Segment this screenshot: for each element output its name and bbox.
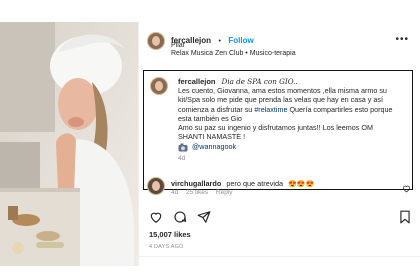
caption-title: Dia de SPA con GIO..: [221, 77, 298, 86]
caption-line-3b: Quería compartirles esto porque: [287, 104, 393, 114]
caption-line-3: comienza a disfrutar su: [178, 104, 253, 114]
action-bar: [149, 210, 411, 226]
comment-age: 4d: [171, 189, 179, 196]
caption-box: fercallejon Dia de SPA con GIO.. Les cue…: [143, 70, 413, 190]
comment-reply-button[interactable]: Reply: [216, 189, 233, 196]
add-comment-bar[interactable]: [139, 256, 420, 267]
comment-bubble-icon[interactable]: [173, 210, 187, 224]
commenter-avatar[interactable]: [147, 177, 165, 195]
follow-button[interactable]: Follow: [228, 36, 253, 45]
caption-author-avatar[interactable]: [150, 77, 168, 95]
comment-row: virchugallardo pero que atrevida 😍😍😍 4d …: [147, 176, 411, 196]
comment-text: pero que atrevida: [226, 179, 284, 188]
comment-meta: 4d 25 likes Reply: [171, 189, 233, 196]
tagged-user-link[interactable]: @wannagook: [192, 142, 236, 151]
like-heart-icon[interactable]: [149, 210, 163, 224]
comment-heart-icon[interactable]: [402, 180, 411, 193]
separator-dot: •: [218, 38, 221, 45]
audio-label[interactable]: Relax Musica Zen Club • Musico-terapia: [171, 49, 296, 58]
comment-emojis: 😍😍😍: [288, 181, 315, 188]
post-photo[interactable]: [0, 22, 138, 266]
caption-line-4: esta también es Gio: [178, 113, 242, 123]
post-panel: fercallejon • Follow Pilar Relax Musica …: [138, 22, 420, 266]
caption-line-2: kit/Spa solo me pide que prenda las vela…: [178, 95, 383, 105]
share-paper-plane-icon[interactable]: [197, 210, 211, 224]
more-options-icon[interactable]: •••: [395, 34, 409, 45]
likes-count[interactable]: 15,007 likes: [149, 230, 191, 239]
post-time-ago[interactable]: 4 DAYS AGO: [149, 244, 184, 250]
caption-age: 4d: [178, 155, 186, 163]
camera-emoji-icon: [178, 143, 188, 152]
caption-text: fercallejon Dia de SPA con GIO.. Les cue…: [178, 77, 406, 166]
comment-likes[interactable]: 25 likes: [186, 189, 208, 196]
comment-line: virchugallardo pero que atrevida 😍😍😍: [171, 179, 314, 188]
hashtag-relaxtime[interactable]: #relaxtime: [254, 105, 287, 114]
caption-line-5: Amo su paz su ingenio y disfrutamos junt…: [178, 123, 373, 133]
commenter-username[interactable]: virchugallardo: [171, 179, 221, 188]
caption-line-1: Les cuento, Giovanna, ama estos momentos…: [178, 86, 387, 96]
caption-line-6: SHANTI NAMASTE !: [178, 132, 246, 142]
post-photo-image: [0, 22, 138, 266]
save-bookmark-icon[interactable]: [399, 210, 411, 224]
caption-author-username[interactable]: fercallejon: [178, 77, 216, 86]
post-header: fercallejon • Follow Pilar Relax Musica …: [147, 28, 420, 58]
author-avatar[interactable]: [147, 32, 165, 50]
